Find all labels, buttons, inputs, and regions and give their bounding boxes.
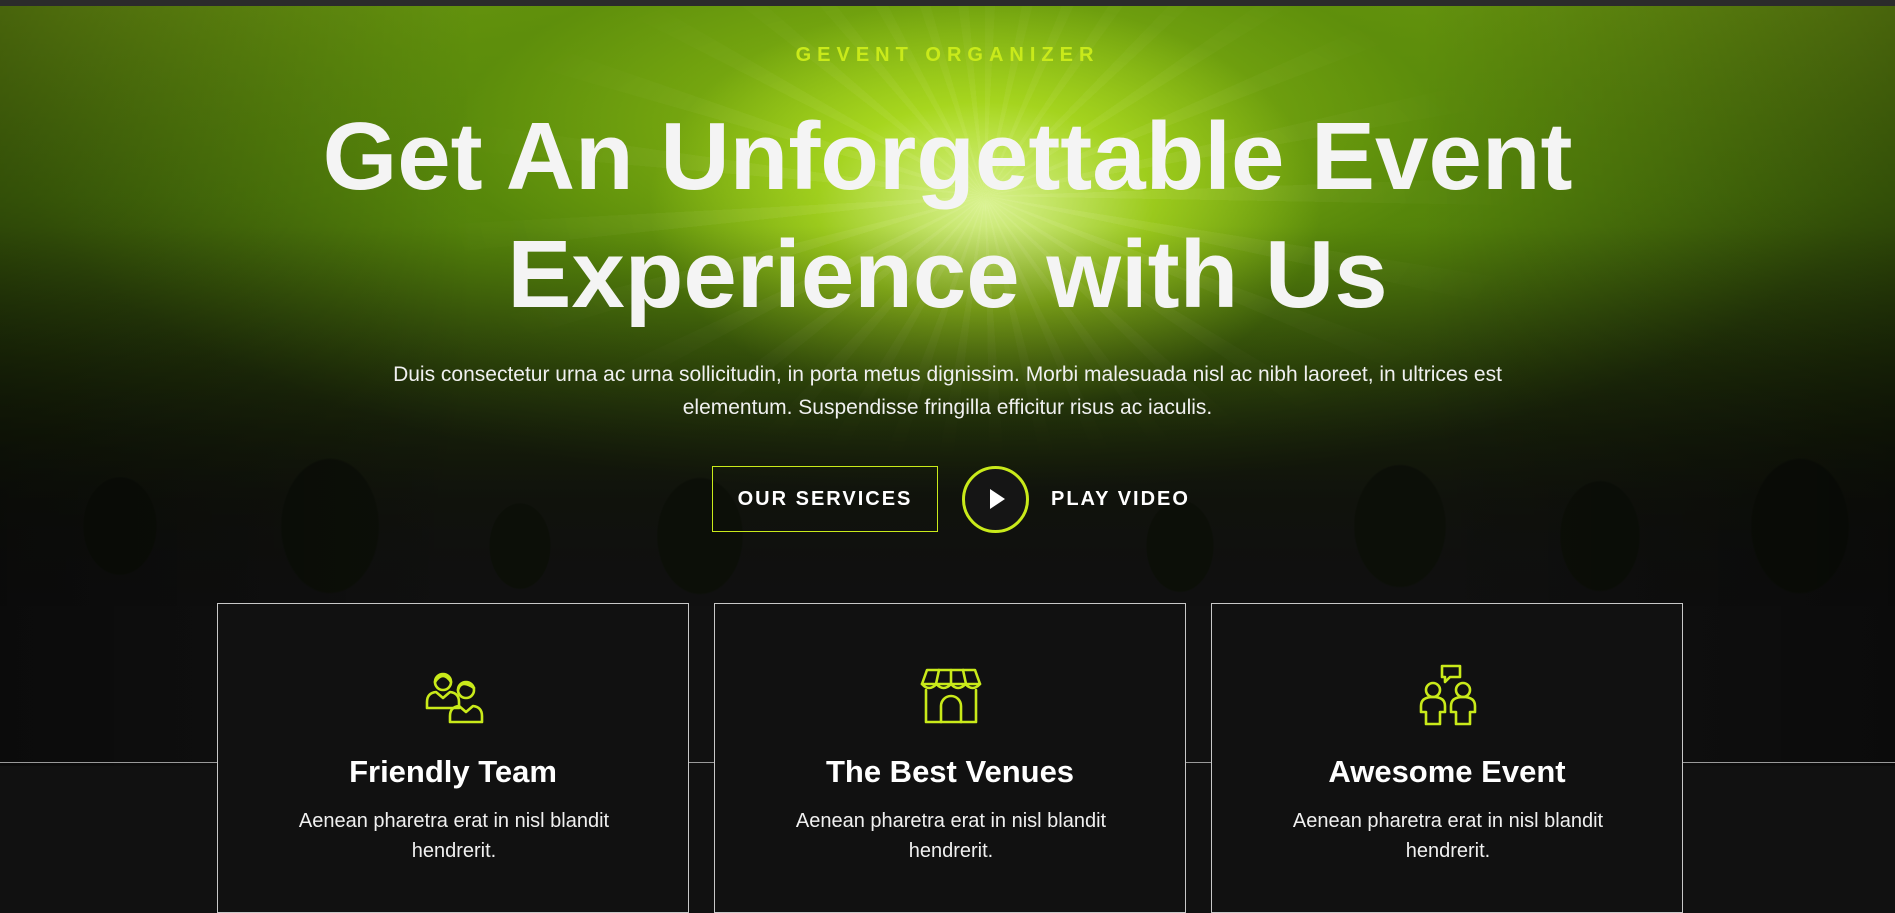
feature-title: Awesome Event (1328, 754, 1566, 789)
play-video-link[interactable]: PLAY VIDEO (1051, 488, 1190, 511)
features-row: Friendly Team Aenean pharetra erat in ni… (217, 603, 1683, 913)
feature-description: Aenean pharetra erat in nisl blandit hen… (1292, 810, 1604, 862)
hero-cta-row: OUR SERVICES PLAY VIDEO (712, 463, 1190, 535)
feature-description: Aenean pharetra erat in nisl blandit hen… (795, 810, 1107, 862)
feature-card-awesome-event: Awesome Event Aenean pharetra erat in ni… (1211, 603, 1683, 913)
feature-card-friendly-team: Friendly Team Aenean pharetra erat in ni… (217, 603, 689, 913)
play-icon (990, 489, 1005, 509)
hero-subtext: Duis consectetur urna ac urna sollicitud… (393, 363, 1502, 419)
hero-headline-line2: Experience with Us (507, 221, 1388, 328)
event-icon (1416, 664, 1480, 728)
hero-eyebrow: GEVENT ORGANIZER (795, 44, 1100, 66)
hero-headline-line1: Get An Unforgettable Event (322, 103, 1573, 210)
feature-title: Friendly Team (349, 754, 557, 789)
team-icon (422, 664, 486, 728)
feature-description: Aenean pharetra erat in nisl blandit hen… (298, 810, 610, 862)
our-services-button[interactable]: OUR SERVICES (712, 466, 938, 532)
feature-card-best-venues: The Best Venues Aenean pharetra erat in … (714, 603, 1186, 913)
hero-headline: Get An Unforgettable Event Experience wi… (0, 98, 1895, 334)
play-video-button[interactable] (962, 465, 1029, 533)
venue-icon (919, 664, 983, 728)
feature-title: The Best Venues (825, 754, 1075, 789)
